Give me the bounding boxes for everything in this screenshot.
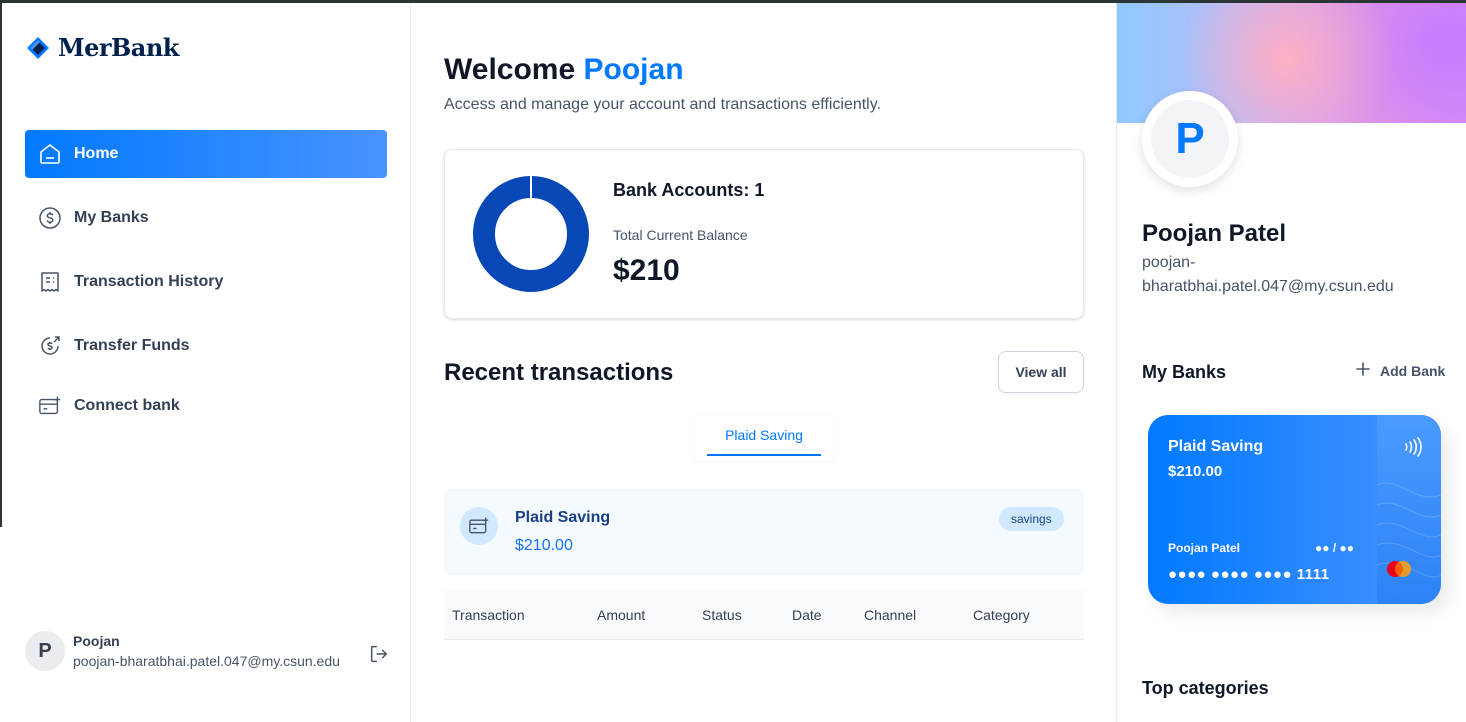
bank-accounts-count: Bank Accounts: 1 <box>613 180 765 200</box>
sidebar-item-label: Transaction History <box>74 273 224 290</box>
add-bank-button[interactable]: Add Bank <box>1355 361 1445 380</box>
total-balance-label: Total Current Balance <box>613 227 748 243</box>
column-header: Category <box>973 607 1030 623</box>
right-sidebar: P Poojan Patel poojan-bharatbhai.patel.0… <box>1116 3 1466 722</box>
sidebar: MerBank Home My Banks Transaction Histor… <box>2 3 411 722</box>
home-icon <box>38 142 62 166</box>
connect-bank-icon <box>460 507 498 545</box>
receipt-icon <box>38 270 62 294</box>
profile-avatar-letter: P <box>1151 100 1229 178</box>
top-categories-title: Top categories <box>1142 678 1269 698</box>
sidebar-item-label: My Banks <box>74 209 149 226</box>
bank-card[interactable]: Plaid Saving $210.00 Poojan Patel ●● / ●… <box>1148 415 1441 604</box>
card-bank-name: Plaid Saving <box>1168 438 1264 455</box>
total-balance-value: $210 <box>613 254 680 287</box>
connect-bank-icon <box>38 394 62 418</box>
welcome-user-name: Poojan <box>583 53 684 86</box>
logo-icon <box>27 36 49 59</box>
sidebar-item-label: Connect bank <box>74 397 180 414</box>
total-balance-card: Bank Accounts: 1 Total Current Balance $… <box>444 149 1084 319</box>
contactless-icon <box>1400 435 1424 459</box>
account-type-badge: savings <box>999 507 1064 531</box>
sidebar-item-my-banks[interactable]: My Banks <box>25 194 387 242</box>
add-bank-label: Add Bank <box>1380 362 1446 379</box>
logout-icon[interactable] <box>368 643 390 665</box>
mastercard-icon <box>1384 559 1414 579</box>
sidebar-footer: P Poojan poojan-bharatbhai.patel.047@my.… <box>25 631 395 671</box>
avatar[interactable]: P <box>25 631 65 671</box>
page-title: Welcome Poojan <box>444 53 684 87</box>
column-header: Status <box>702 607 742 623</box>
footer-user-name: Poojan <box>73 633 120 649</box>
transactions-table-header: Transaction Amount Status Date Channel C… <box>444 591 1084 640</box>
footer-user-info: Poojan poojan-bharatbhai.patel.047@my.cs… <box>73 633 340 669</box>
card-balance: $210.00 <box>1168 463 1223 480</box>
footer-user-email: poojan-bharatbhai.patel.047@my.csun.edu <box>73 653 340 669</box>
card-number: ●●●● ●●●● ●●●● 1111 <box>1168 566 1330 583</box>
bank-info-amount: $210.00 <box>515 537 573 554</box>
sidebar-item-connect-bank[interactable]: Connect bank <box>25 382 387 430</box>
sidebar-item-transaction-history[interactable]: Transaction History <box>25 258 387 306</box>
page-subtitle: Access and manage your account and trans… <box>444 96 881 113</box>
recent-transactions-title: Recent transactions <box>444 359 674 386</box>
dollar-circle-icon <box>38 206 62 230</box>
my-banks-title: My Banks <box>1142 362 1227 382</box>
column-header: Amount <box>597 607 646 623</box>
column-header: Date <box>792 607 822 623</box>
card-holder-name: Poojan Patel <box>1168 541 1241 555</box>
profile-email: poojan-bharatbhai.patel.047@my.csun.edu <box>1142 254 1394 295</box>
tab-plaid-saving[interactable]: Plaid Saving <box>707 415 821 456</box>
money-send-icon <box>38 334 62 358</box>
bank-info-name: Plaid Saving <box>515 509 611 526</box>
card-expiry: ●● / ●● <box>1315 541 1354 555</box>
bank-tabs: Plaid Saving <box>695 415 833 461</box>
logo[interactable]: MerBank <box>26 33 179 62</box>
main-content: Welcome Poojan Access and manage your ac… <box>412 3 1116 722</box>
column-header: Channel <box>864 607 917 623</box>
view-all-button[interactable]: View all <box>998 351 1084 393</box>
welcome-text: Welcome <box>444 53 576 86</box>
sidebar-item-transfer-funds[interactable]: Transfer Funds <box>25 322 387 370</box>
sidebar-item-label: Home <box>74 145 119 162</box>
column-header: Transaction <box>452 607 525 623</box>
profile-name: Poojan Patel <box>1142 220 1287 247</box>
logo-text: MerBank <box>58 33 179 62</box>
plus-icon <box>1355 361 1371 380</box>
sidebar-item-label: Transfer Funds <box>74 337 190 354</box>
sidebar-item-home[interactable]: Home <box>25 130 387 178</box>
balance-donut-chart <box>473 176 589 292</box>
bank-info-row[interactable]: Plaid Saving $210.00 savings <box>444 489 1084 575</box>
profile-avatar: P <box>1142 91 1238 187</box>
